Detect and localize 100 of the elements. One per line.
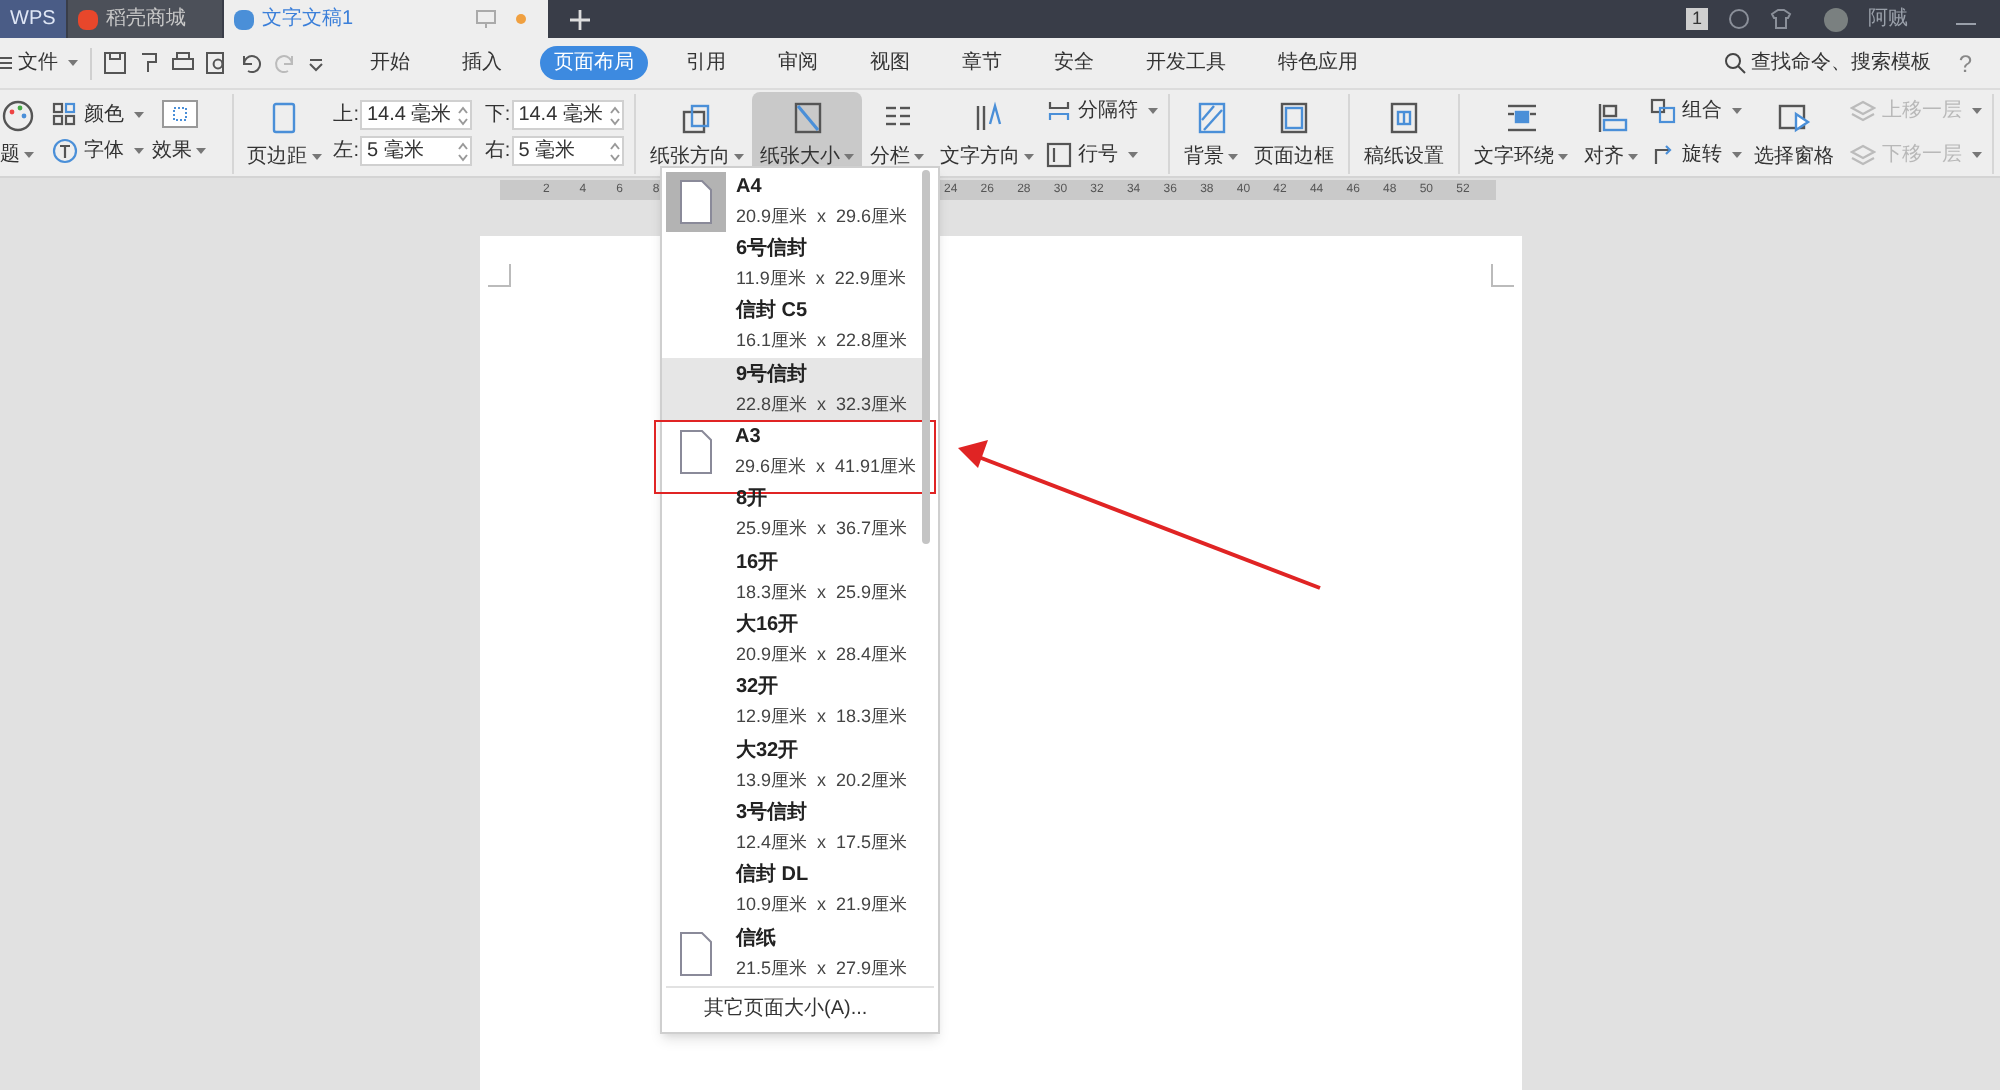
caret-icon	[844, 153, 855, 159]
page-icon	[680, 931, 712, 976]
theme-button[interactable]: 题	[0, 141, 36, 169]
undo-icon[interactable]	[240, 52, 262, 74]
ribbon-tab[interactable]: 章节	[948, 46, 1016, 80]
ribbon-tab[interactable]: 开始	[356, 46, 424, 80]
user-avatar[interactable]	[1824, 7, 1848, 31]
rotate-button[interactable]: 旋转	[1646, 137, 1746, 173]
more-sizes-item[interactable]: 其它页面大小(A)...	[662, 987, 938, 1032]
caret-icon	[1732, 152, 1742, 158]
paper-size-item[interactable]: A3 29.6厘米 x 41.91厘米	[661, 421, 923, 484]
caret-icon	[134, 112, 144, 118]
margin-label: 左:	[333, 138, 359, 166]
paper-size-item[interactable]: 8开 25.9厘米 x 36.7厘米	[662, 482, 922, 546]
paper-size-item[interactable]: 大32开 13.9厘米 x 20.2厘米	[662, 734, 922, 797]
caret-icon	[1628, 153, 1638, 159]
caret-icon	[134, 148, 144, 154]
paper-size-item[interactable]: 6号信封 11.9厘米 x 22.9厘米	[662, 232, 922, 296]
send-backward-icon	[1850, 142, 1876, 168]
caret-icon	[196, 148, 206, 154]
page-icon	[679, 430, 711, 475]
margin-corner-icon	[488, 264, 512, 288]
caret-icon	[1228, 153, 1239, 159]
paper-size-item[interactable]: 16开 18.3厘米 x 25.9厘米	[662, 545, 922, 609]
paper-size-item[interactable]: 32开 12.9厘米 x 18.3厘米	[662, 671, 922, 735]
document-tab[interactable]: WPS	[0, 0, 66, 38]
spinner-icon[interactable]	[610, 141, 621, 161]
paper-size-item[interactable]: 大16开 20.9厘米 x 28.4厘米	[662, 608, 922, 672]
caret-icon	[1732, 108, 1742, 114]
ribbon-tab[interactable]: 安全	[1040, 46, 1108, 80]
caret-icon	[1558, 153, 1568, 159]
selection-pane-button[interactable]: 选择窗格	[1746, 91, 1842, 175]
group-button[interactable]: 组合	[1646, 93, 1746, 129]
manuscript-settings-button[interactable]: 稿纸设置	[1356, 91, 1453, 175]
color-icon	[52, 102, 78, 128]
ribbon-tab[interactable]: 插入	[448, 46, 516, 80]
group-icon	[1650, 98, 1676, 124]
ribbon-tab[interactable]: 引用	[672, 46, 740, 80]
paper-size-item[interactable]: 信纸 21.5厘米 x 27.9厘米	[662, 922, 922, 986]
ribbon-tab[interactable]: 页面布局	[540, 46, 648, 80]
ribbon-tab[interactable]: 审阅	[764, 46, 832, 80]
caret-icon	[1128, 152, 1139, 158]
effect-icon	[161, 100, 197, 128]
margin-field[interactable]: 5 毫米	[512, 136, 625, 166]
font-button[interactable]: 字体	[48, 133, 148, 169]
file-menu[interactable]: 文件	[0, 48, 90, 78]
breaks-button[interactable]: 分隔符	[1042, 93, 1163, 129]
paper-size-icon	[789, 99, 826, 135]
manuscript-settings-icon	[1386, 99, 1423, 135]
background-button[interactable]: 背景	[1176, 91, 1247, 175]
margin-field[interactable]: 14.4 毫米	[360, 100, 473, 130]
shirt-icon[interactable]	[1770, 8, 1792, 30]
orientation-button[interactable]: 纸张方向	[642, 91, 753, 175]
plus-icon	[570, 9, 590, 29]
margin-label: 下:	[484, 102, 511, 130]
scrollbar-thumb[interactable]	[922, 170, 930, 544]
color-button[interactable]: 颜色	[48, 97, 148, 133]
caret-icon	[914, 153, 925, 159]
margin-field[interactable]: 14.4 毫米	[512, 100, 625, 130]
paper-size-item[interactable]: 9号信封 22.8厘米 x 32.3厘米	[662, 358, 922, 422]
paper-size-item[interactable]: 信封 C5 16.1厘米 x 22.8厘米	[662, 295, 922, 359]
margins-button[interactable]: 页边距	[239, 91, 330, 175]
menu-icon	[0, 56, 12, 70]
spinner-icon[interactable]	[458, 105, 469, 125]
effect-button[interactable]: 效果	[152, 136, 206, 166]
bring-forward-icon	[1850, 98, 1876, 124]
breaks-icon	[1046, 98, 1073, 124]
spinner-icon[interactable]	[458, 141, 469, 161]
customize-icon[interactable]	[308, 55, 324, 71]
align-button[interactable]: 对齐	[1576, 91, 1646, 175]
caret-icon	[68, 60, 78, 66]
text-wrap-button[interactable]: 文字环绕	[1466, 91, 1576, 175]
text-direction-button[interactable]: 文字方向	[932, 91, 1043, 175]
page-border-button[interactable]: 页面边框	[1246, 91, 1343, 175]
spinner-icon[interactable]	[610, 105, 621, 125]
search-field[interactable]: 查找命令、搜索模板	[1724, 48, 1931, 78]
save-icon[interactable]	[104, 52, 126, 74]
background-icon	[1193, 99, 1230, 135]
caret-icon	[1972, 108, 1982, 114]
paper-size-item[interactable]: A4 20.9厘米 x 29.6厘米	[662, 170, 922, 233]
margin-corner-icon	[1490, 264, 1514, 288]
ribbon-tab[interactable]: 特色应用	[1264, 46, 1372, 80]
print-icon[interactable]	[172, 52, 194, 74]
line-numbers-icon	[1046, 142, 1073, 168]
align-icon	[1593, 99, 1629, 135]
line-numbers-button[interactable]: 行号	[1042, 137, 1163, 173]
paper-size-item[interactable]: 信封 DL 10.9厘米 x 21.9厘米	[662, 859, 922, 923]
print-preview-icon[interactable]	[206, 52, 228, 74]
margin-field[interactable]: 5 毫米	[360, 136, 473, 166]
user-name[interactable]: 阿贼	[1868, 4, 1908, 34]
caret-icon	[311, 153, 322, 159]
paper-size-item[interactable]: 3号信封 12.4厘米 x 17.5厘米	[662, 796, 922, 860]
ribbon-tab[interactable]: 开发工具	[1132, 46, 1240, 80]
document-tab[interactable]: 稻壳商城	[68, 0, 222, 38]
rotate-icon	[1650, 142, 1676, 168]
caret-icon	[734, 153, 745, 159]
palette-icon	[0, 97, 36, 133]
page-count-badge: 1	[1685, 8, 1708, 30]
ribbon-tab[interactable]: 视图	[856, 46, 924, 80]
page-border-icon	[1276, 99, 1313, 135]
